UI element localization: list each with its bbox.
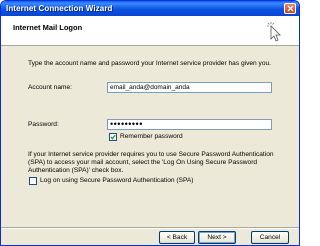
next-button[interactable]: Next > xyxy=(198,231,236,244)
window-title: Internet Connection Wizard xyxy=(6,4,113,13)
intro-text: Type the account name and password your … xyxy=(28,60,272,67)
spa-checkbox[interactable] xyxy=(29,177,37,185)
spa-checkbox-label[interactable]: Log on using Secure Password Authenticat… xyxy=(40,177,193,185)
spa-info-line-2: (SPA) to access your mail account, selec… xyxy=(28,159,258,166)
checkmark-icon xyxy=(110,134,116,140)
wizard-cursor-icon xyxy=(267,22,281,42)
spa-info-line-3: Authentication (SPA)' check box. xyxy=(28,167,124,174)
page-title: Internet Mail Logon xyxy=(13,23,83,32)
password-label: Password: xyxy=(28,121,59,128)
title-bar[interactable]: Internet Connection Wizard xyxy=(1,1,299,16)
close-button[interactable] xyxy=(284,3,296,14)
remember-password-label[interactable]: Remember password xyxy=(120,133,183,141)
account-name-label: Account name: xyxy=(28,84,72,91)
header-panel: Internet Mail Logon xyxy=(1,16,299,46)
wizard-content: Type the account name and password your … xyxy=(1,47,299,227)
cancel-button[interactable]: Cancel xyxy=(251,231,289,244)
close-icon xyxy=(287,5,294,12)
account-name-input[interactable]: email_anda@domain_anda xyxy=(107,82,272,93)
remember-password-checkbox[interactable] xyxy=(109,133,117,141)
wizard-window: Internet Connection Wizard Internet Mail… xyxy=(0,0,300,246)
password-input[interactable]: ••••••••• xyxy=(107,119,272,130)
spa-info-line-1: If your Internet service provider requir… xyxy=(28,151,274,158)
back-button[interactable]: < Back xyxy=(159,231,195,244)
button-bar: < Back Next > Cancel xyxy=(1,227,299,245)
